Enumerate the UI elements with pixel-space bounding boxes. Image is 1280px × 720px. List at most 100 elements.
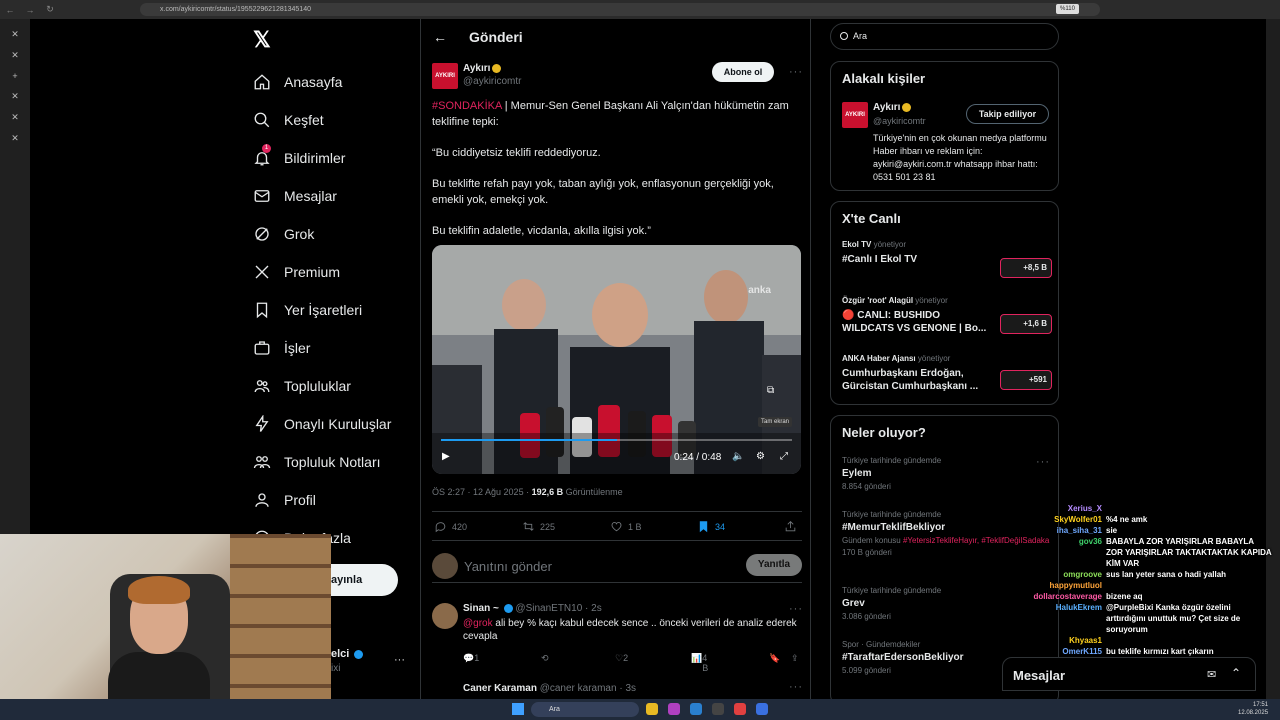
live-on-x-card: X'te Canlı Ekol TV yönetiyor #Canlı I Ek… bbox=[830, 201, 1059, 405]
like-button[interactable]: 1 B bbox=[610, 520, 642, 533]
subscribe-button[interactable]: Abone ol bbox=[712, 62, 774, 82]
steam-icon[interactable] bbox=[712, 703, 724, 715]
sidebar-item-bookmarks[interactable]: Yer İşaretleri bbox=[252, 291, 391, 329]
sidebar-item-profile[interactable]: Profil bbox=[252, 481, 391, 519]
tweet-date[interactable]: ÖS 2:27 · 12 Ağu 2025 · bbox=[432, 487, 532, 497]
avatar[interactable] bbox=[432, 603, 458, 629]
account-name[interactable]: elci bbox=[331, 648, 364, 660]
search-input[interactable]: Ara bbox=[830, 23, 1059, 50]
tweet-text: #SONDAKİKA | Memur-Sen Genel Başkanı Ali… bbox=[432, 98, 802, 254]
new-message-icon[interactable]: ✉ bbox=[1207, 668, 1216, 681]
tab-x-icon[interactable]: ✕ bbox=[0, 29, 30, 40]
back-arrow-icon[interactable]: ← bbox=[433, 29, 469, 45]
sidebar-item-grok[interactable]: Grok bbox=[252, 215, 391, 253]
view-count: 192,6 B bbox=[531, 487, 564, 497]
windows-start-icon[interactable] bbox=[512, 703, 524, 715]
app-icon[interactable] bbox=[690, 703, 702, 715]
reply-button[interactable]: 420 bbox=[434, 520, 467, 533]
reply-input[interactable]: Yanıtını gönder bbox=[464, 559, 552, 574]
tab-x-icon[interactable]: ✕ bbox=[0, 112, 30, 123]
mention-link[interactable]: @grok bbox=[463, 618, 493, 629]
related-name[interactable]: Aykırı bbox=[873, 102, 912, 113]
bookmark-icon[interactable]: 🔖 bbox=[769, 653, 780, 664]
video-progress-bar[interactable] bbox=[441, 439, 792, 441]
author-name-text: Aykırı bbox=[463, 63, 491, 74]
reply-author-name[interactable]: Sinan ~ bbox=[463, 603, 499, 614]
app-icon[interactable] bbox=[668, 703, 680, 715]
app-icon[interactable] bbox=[734, 703, 746, 715]
sidebar-item-communities[interactable]: Topluluklar bbox=[252, 367, 391, 405]
taskbar-clock[interactable]: 17:51 12.08.2025 bbox=[1238, 701, 1268, 717]
chat-message: Xerius_X bbox=[1016, 503, 1272, 514]
reload-icon[interactable]: ↻ bbox=[40, 4, 60, 15]
back-icon[interactable]: ← bbox=[0, 5, 20, 15]
bookmark-button[interactable]: 34 bbox=[697, 520, 725, 533]
account-more-icon[interactable]: ··· bbox=[394, 654, 405, 666]
x-logo-icon[interactable]: 𝕏 bbox=[253, 27, 271, 53]
views-button[interactable]: 📊 4 B bbox=[691, 653, 708, 673]
sidebar-item-notifications[interactable]: 1 Bildirimler bbox=[252, 139, 391, 177]
trend-item[interactable]: Türkiye tarihinde gündemde Eylem 8.854 g… bbox=[842, 456, 1052, 491]
fullscreen-tooltip: Tam ekran bbox=[758, 417, 793, 427]
sidebar-item-explore[interactable]: Keşfet bbox=[252, 101, 391, 139]
following-button[interactable]: Takip ediliyor bbox=[966, 104, 1049, 124]
volume-icon[interactable]: 🔈 bbox=[732, 451, 744, 462]
share-icon[interactable]: ⇪ bbox=[791, 653, 799, 664]
sidebar-item-label: Bildirimler bbox=[284, 150, 346, 166]
reply-count: 1 bbox=[474, 653, 480, 663]
author-handle[interactable]: @aykiricomtr bbox=[463, 76, 522, 87]
address-bar[interactable]: x.com/aykiricomtr/status/195522962128134… bbox=[140, 3, 1100, 16]
live-item[interactable]: ANKA Haber Ajansı yönetiyor Cumhurbaşkan… bbox=[842, 354, 1052, 393]
next-reply-header[interactable]: Caner Karaman @caner karaman · 3s bbox=[463, 683, 636, 694]
fullscreen-icon[interactable]: ⤢ bbox=[780, 451, 788, 462]
post-button[interactable]: ayınla bbox=[331, 564, 398, 596]
more-options-icon[interactable]: ··· bbox=[789, 66, 803, 78]
sidebar-item-community-notes[interactable]: Topluluk Notları bbox=[252, 443, 391, 481]
tab-x-icon[interactable]: ✕ bbox=[0, 50, 30, 61]
sidebar-item-home[interactable]: Anasayfa bbox=[252, 63, 391, 101]
like-button[interactable]: ♡ 2 bbox=[615, 653, 628, 664]
chat-text: bu teklife kırmızı kart çıkarın bbox=[1106, 647, 1214, 656]
more-options-icon[interactable]: ··· bbox=[789, 681, 803, 693]
reply-handle[interactable]: @SinanETN10 · 2s bbox=[515, 603, 601, 614]
settings-gear-icon[interactable]: ⚙ bbox=[756, 451, 765, 462]
chevron-up-icon[interactable]: ⌃ bbox=[1231, 666, 1241, 680]
file-explorer-icon[interactable] bbox=[646, 703, 658, 715]
hashtag-link[interactable]: #SONDAKİKA bbox=[432, 100, 502, 112]
forward-icon[interactable]: → bbox=[20, 5, 40, 15]
share-button[interactable] bbox=[784, 520, 802, 533]
sidebar-item-premium[interactable]: Premium bbox=[252, 253, 391, 291]
live-item[interactable]: Özgür 'root' Alagül yönetiyor 🔴 CANLI: B… bbox=[842, 296, 1052, 335]
browser-icon[interactable] bbox=[756, 703, 768, 715]
messages-drawer[interactable]: Mesajlar ✉ ⌃ bbox=[1002, 657, 1256, 691]
taskbar-search[interactable]: Ara bbox=[531, 702, 639, 717]
avatar[interactable]: AYKIRI bbox=[842, 102, 868, 128]
tab-x-icon[interactable]: ✕ bbox=[0, 133, 30, 144]
sidebar-item-messages[interactable]: Mesajlar bbox=[252, 177, 391, 215]
more-options-icon[interactable]: ··· bbox=[1036, 456, 1050, 468]
picture-in-picture-icon[interactable]: ⧉ bbox=[767, 385, 774, 396]
avatar bbox=[432, 553, 458, 579]
avatar[interactable]: AYKIRI bbox=[432, 63, 458, 89]
more-options-icon[interactable]: ··· bbox=[789, 603, 803, 615]
chat-username: happymutluol bbox=[1049, 581, 1102, 590]
view-label: Görüntülenme bbox=[563, 487, 623, 497]
tab-x-icon[interactable]: ✕ bbox=[0, 91, 30, 102]
reply-submit-button[interactable]: Yanıtla bbox=[746, 554, 802, 576]
reply-button[interactable]: 💬 1 bbox=[463, 653, 479, 664]
sidebar-item-jobs[interactable]: İşler bbox=[252, 329, 391, 367]
new-tab-icon[interactable]: + bbox=[0, 71, 30, 81]
chat-text: sus lan yeter sana o hadi yallah bbox=[1106, 570, 1227, 579]
zoom-level[interactable]: %110 bbox=[1056, 4, 1079, 14]
video-player[interactable]: anka ⧉ Tam ekran ▶ 0:24 / 0:48 🔈 ⚙ ⤢ bbox=[432, 245, 801, 474]
verified-badge-icon bbox=[902, 102, 912, 112]
account-handle[interactable]: ixi bbox=[331, 663, 340, 674]
related-handle[interactable]: @aykiricomtr bbox=[873, 116, 926, 126]
sidebar-item-verified-orgs[interactable]: Onaylı Kuruluşlar bbox=[252, 405, 391, 443]
author-name[interactable]: Aykırı bbox=[463, 63, 502, 74]
retweet-icon[interactable]: ⟲ bbox=[541, 653, 549, 664]
retweet-button[interactable]: 225 bbox=[522, 520, 555, 533]
video-watermark: anka bbox=[748, 285, 771, 296]
play-icon[interactable]: ▶ bbox=[442, 451, 450, 462]
live-item[interactable]: Ekol TV yönetiyor #Canlı I Ekol TV +8,5 … bbox=[842, 240, 1052, 278]
